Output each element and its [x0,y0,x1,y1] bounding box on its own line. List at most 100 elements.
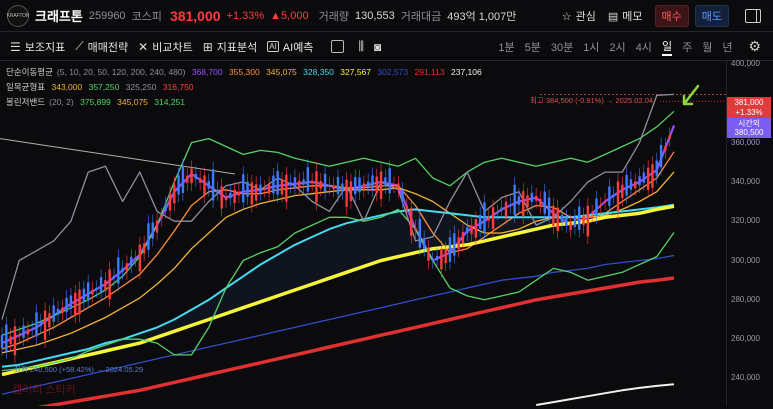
candle-body [427,247,430,261]
memo-icon: ▤ [607,10,619,23]
buy-button[interactable]: 매수 [654,5,689,27]
candle-body [379,171,383,200]
checkbox-icon[interactable] [331,40,345,53]
candle-body [634,181,637,189]
candle-body [5,324,8,352]
candle-body [371,175,374,189]
screenshot-button[interactable]: ◙ [374,40,381,54]
current-price: 381,000 [169,7,221,24]
strategy-button[interactable]: ⟋ 매매전략 [75,39,128,55]
candle-body [586,205,590,237]
candle-body [646,167,650,190]
candle-body [629,179,633,190]
candle-body [302,179,305,185]
candle-body [418,218,422,248]
candle-body [483,202,486,233]
candle-body [276,171,279,195]
after-hours-box: 시간외 380,500 [727,118,771,138]
candle-body [310,180,314,184]
stock-name[interactable]: 크래프톤 [35,6,83,25]
series-ma480[interactable] [536,383,675,406]
ai-predict-button[interactable]: AI AI예측 [267,39,313,55]
period-day[interactable]: 일 [661,38,673,56]
price-chart[interactable] [0,60,726,409]
candle-body [496,212,499,214]
sidebar-toggle-icon[interactable] [745,9,761,23]
period-4h[interactable]: 4시 [636,39,652,55]
watch-button[interactable]: ☆ 관심 [562,8,596,24]
y-tick-label: 400,000 [731,58,760,68]
candle-body [117,257,120,284]
candle-body [30,328,34,330]
period-week[interactable]: 주 [682,39,692,55]
candle-body [375,176,378,194]
candle-body [194,173,198,179]
candle-type-button[interactable]: ⫼ [358,39,364,54]
candle-body [13,326,17,356]
legend-ma[interactable]: 단순이동평균 (5, 10, 20, 50, 120, 200, 240, 480… [6,66,486,78]
period-30min[interactable]: 30분 [551,39,573,55]
trendline[interactable] [0,138,236,175]
candle-body [86,282,90,301]
volume-label: 거래량 [318,10,349,23]
period-5min[interactable]: 5분 [525,39,541,55]
candle-body [599,205,602,207]
candle-body [616,181,620,212]
bb-upper-value: 375,899 [80,97,111,107]
memo-button[interactable]: ▤ 메모 [608,8,643,24]
candle-body [414,227,417,231]
candle-body [448,237,452,262]
candle-body [298,180,301,188]
ichimoku-value-4: 316,750 [162,82,194,92]
candle-body [491,207,495,229]
candle-body [267,184,271,194]
compare-button[interactable]: ✕ 비교차트 [138,39,193,55]
market-name: 코스피 [131,10,162,23]
candle-body [130,256,133,266]
period-2h[interactable]: 2시 [609,39,625,55]
candle-body [336,176,340,195]
ma10-value: 355,300 [228,67,260,77]
ichimoku-cloud [2,204,674,375]
analysis-button[interactable]: ⊞ 지표분석 [203,39,258,55]
legend-bollinger[interactable]: 볼린저밴드 (20, 2) 375,899 345,075 314,251 [6,96,189,108]
candle-body [306,167,310,192]
candle-body [237,191,241,196]
indicators-button[interactable]: ☰ 보조지표 [10,39,65,55]
candle-body [664,146,667,151]
ma480-value: 237,106 [450,67,482,77]
sell-button[interactable]: 매도 [694,5,729,27]
candle-body [65,297,68,313]
period-1h[interactable]: 1시 [583,39,599,55]
candle-body [461,232,465,244]
candle-body [526,195,529,207]
candle-body [138,244,142,272]
candle-body [578,206,581,230]
candle-body [341,183,344,192]
candle-body [668,135,671,139]
candle-body [173,184,176,204]
series-ma240[interactable] [2,276,675,409]
candle-body [534,195,538,201]
grid-icon: ⊞ [202,39,213,54]
candle-body [56,308,60,315]
candle-body [181,166,185,193]
ai-icon: AI [267,41,279,52]
camera-icon: ◙ [373,39,382,54]
period-1min[interactable]: 1분 [498,39,514,55]
gear-icon[interactable]: ⚙ [748,38,761,55]
candle-body [233,189,236,203]
period-year[interactable]: 년 [722,39,732,55]
period-month[interactable]: 월 [702,39,712,55]
candle-body [397,183,400,190]
chart-area[interactable] [0,60,773,409]
amount-value: 493억 1,007만 [447,10,517,23]
candle-body [362,183,366,190]
candle-body [509,204,512,207]
legend-ichimoku[interactable]: 일목균형표 343,000 357,250 325,250 316,750 [6,81,198,93]
candle-body [203,175,206,196]
candle-body [319,180,322,189]
star-icon: ☆ [561,10,572,23]
candle-body [573,216,577,227]
candle-body [513,184,516,215]
